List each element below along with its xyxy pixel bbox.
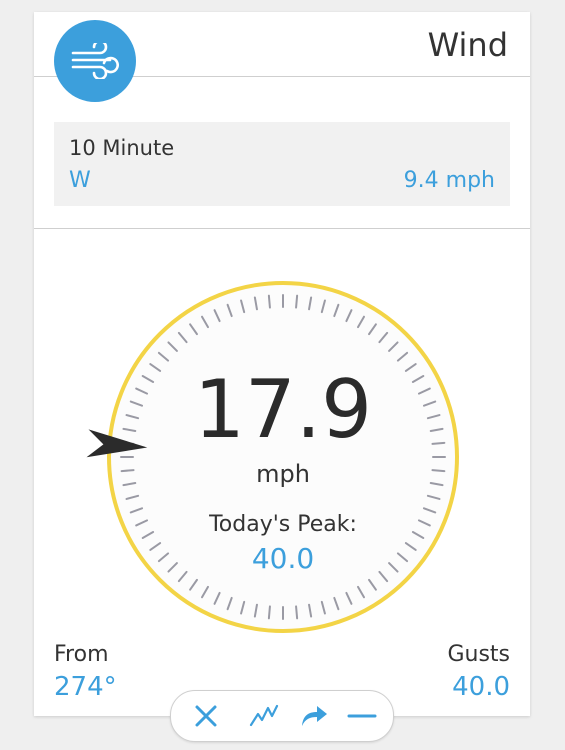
wind-card: Wind 10 Minute W 9.4 mph 17.9 mph Today'… xyxy=(34,12,530,716)
ten-minute-speed: 9.4 mph xyxy=(403,168,495,193)
card-header: Wind xyxy=(34,12,530,102)
section-divider xyxy=(34,228,530,229)
gusts-label: Gusts xyxy=(447,642,510,667)
from-label: From xyxy=(54,642,109,667)
speed-unit: mph xyxy=(256,460,310,488)
ten-minute-panel: 10 Minute W 9.4 mph xyxy=(54,122,510,206)
floating-toolbar xyxy=(170,690,394,742)
current-speed: 17.9 xyxy=(193,363,373,456)
peak-value: 40.0 xyxy=(251,542,315,575)
peak-label: Today's Peak: xyxy=(209,512,357,537)
close-icon[interactable] xyxy=(191,701,221,731)
card-title: Wind xyxy=(427,26,508,64)
ten-minute-label: 10 Minute xyxy=(69,136,175,160)
gusts-value: 40.0 xyxy=(452,672,510,702)
gauge-readout: 17.9 mph Today's Peak: 40.0 xyxy=(106,280,460,634)
minimize-icon[interactable] xyxy=(347,701,377,731)
from-value: 274° xyxy=(54,672,117,702)
ten-minute-direction: W xyxy=(69,168,91,193)
wind-icon xyxy=(54,20,136,102)
trend-chart-icon[interactable] xyxy=(249,701,279,731)
share-arrow-icon[interactable] xyxy=(299,701,329,731)
